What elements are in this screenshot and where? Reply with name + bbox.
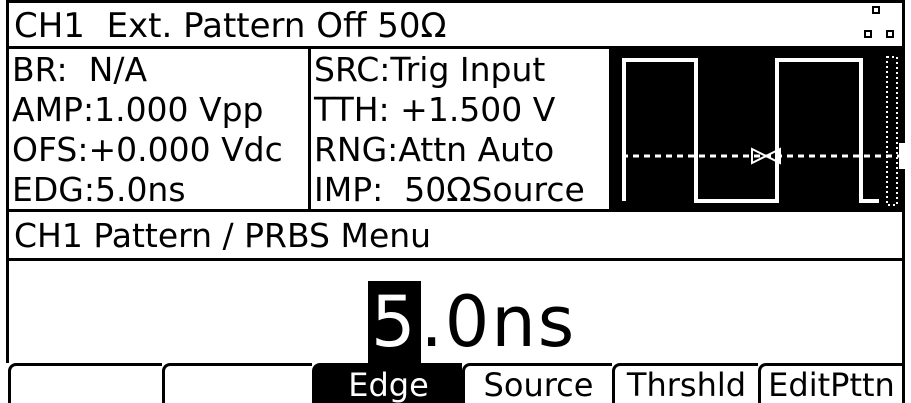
remote-status-icon (858, 4, 902, 46)
channel-label: CH1 (14, 6, 85, 46)
softkey-1[interactable] (8, 363, 162, 403)
source-param[interactable]: SRC:Trig Input (314, 50, 545, 90)
amplitude-param[interactable]: AMP:1.000 Vpp (12, 90, 264, 130)
header-bar: CH1 Ext. Pattern Off 50Ω (14, 6, 447, 46)
threshold-param[interactable]: TTH: +1.500 V (314, 90, 555, 130)
value-remaining-digits: .0ns (420, 281, 577, 363)
waveform-preview (612, 49, 905, 212)
lcd-screen: CH1 Ext. Pattern Off 50Ω BR: N/A AMP:1.0… (0, 0, 911, 403)
range-param[interactable]: RNG:Attn Auto (314, 130, 554, 170)
softkey-edit-pattern[interactable]: EditPttn (758, 363, 905, 403)
offset-param[interactable]: OFS:+0.000 Vdc (12, 130, 283, 170)
menu-title: CH1 Pattern / PRBS Menu (14, 216, 432, 255)
edge-time-value[interactable]: 5.0ns (368, 281, 577, 363)
softkey-edge[interactable]: Edge (312, 363, 462, 403)
softkey-source[interactable]: Source (462, 363, 612, 403)
bit-rate-param[interactable]: BR: N/A (12, 50, 147, 90)
top-border (6, 0, 905, 3)
menu-title-divider (6, 258, 905, 261)
waveform-plot (612, 49, 905, 212)
softkey-2[interactable] (162, 363, 312, 403)
value-cursor-digit[interactable]: 5 (368, 281, 421, 363)
softkey-threshold[interactable]: Thrshld (612, 363, 758, 403)
impedance-param[interactable]: IMP: 50ΩSource (314, 170, 585, 210)
params-column-divider (308, 46, 311, 212)
edge-param[interactable]: EDG:5.0ns (12, 170, 186, 210)
left-border (6, 0, 9, 363)
mode-status-text: Ext. Pattern Off 50Ω (106, 6, 447, 46)
